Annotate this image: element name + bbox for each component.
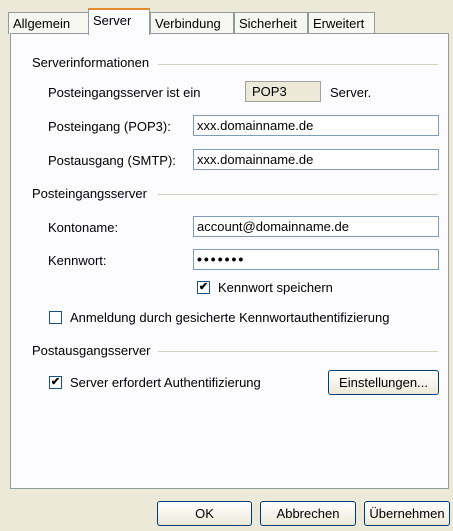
tab-server[interactable]: Server	[88, 8, 150, 35]
account-name-field[interactable]: account@domainname.de	[193, 216, 439, 237]
remember-password-label[interactable]: Kennwort speichern	[218, 280, 333, 295]
incoming-server-field[interactable]: xxx.domainname.de	[193, 115, 439, 136]
tab-verbindung[interactable]: Verbindung	[150, 12, 234, 34]
outgoing-server-group-title: Postausgangsserver	[32, 343, 155, 358]
outgoing-server-field[interactable]: xxx.domainname.de	[193, 149, 439, 170]
incoming-type-label: Posteingangsserver ist ein	[48, 85, 201, 100]
cancel-button[interactable]: Abbrechen	[260, 501, 356, 526]
incoming-server-label: Posteingang (POP3):	[48, 119, 171, 134]
password-field[interactable]: •••••••	[193, 249, 439, 270]
outgoing-server-label: Postausgang (SMTP):	[48, 153, 176, 168]
group-divider	[158, 194, 438, 195]
account-name-label: Kontoname:	[48, 220, 119, 235]
server-auth-label[interactable]: Server erfordert Authentifizierung	[70, 375, 261, 390]
tab-allgemein[interactable]: Allgemein	[8, 12, 89, 34]
group-divider	[158, 64, 438, 65]
incoming-type-value: POP3	[245, 81, 321, 102]
incoming-server-group-title: Posteingangsserver	[32, 186, 151, 201]
ok-button[interactable]: OK	[157, 501, 252, 526]
server-auth-checkbox[interactable]: ✔	[49, 376, 62, 389]
tab-erweitert[interactable]: Erweitert	[308, 12, 375, 34]
settings-button[interactable]: Einstellungen...	[328, 370, 439, 395]
remember-password-checkbox[interactable]: ✔	[197, 281, 210, 294]
spa-label[interactable]: Anmeldung durch gesicherte Kennwortauthe…	[70, 310, 389, 325]
apply-button[interactable]: Übernehmen	[364, 501, 450, 526]
group-divider	[158, 351, 438, 352]
spa-checkbox[interactable]	[49, 311, 62, 324]
server-info-group-title: Serverinformationen	[32, 55, 154, 70]
password-label: Kennwort:	[48, 253, 107, 268]
incoming-type-suffix: Server.	[330, 85, 372, 100]
tab-sicherheit[interactable]: Sicherheit	[234, 12, 308, 34]
